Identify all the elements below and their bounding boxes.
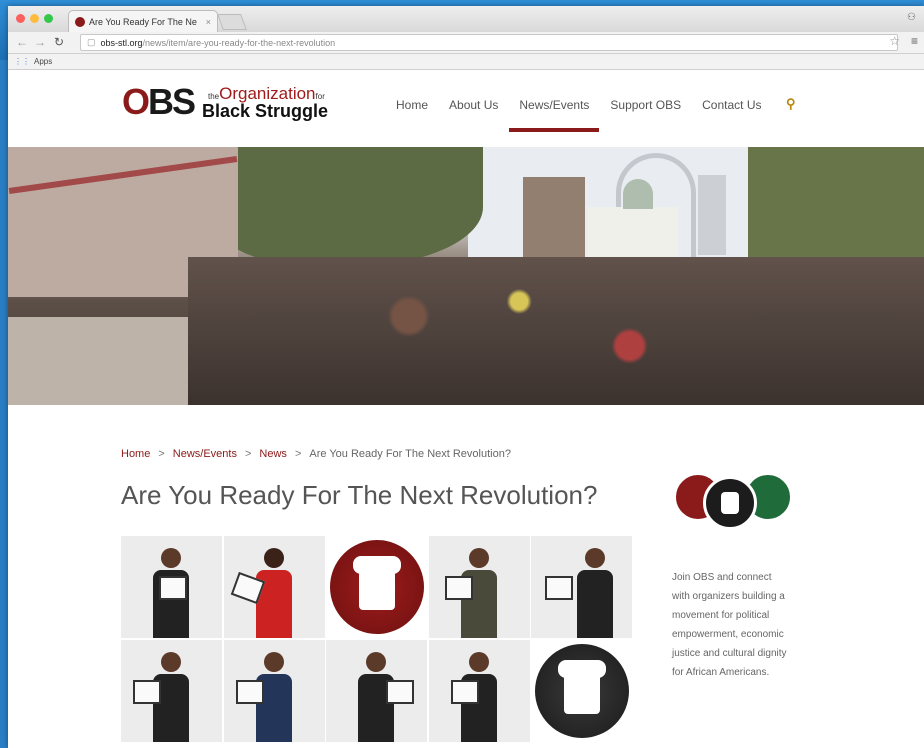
breadcrumb-current: Are You Ready For The Next Revolution? [309,448,511,460]
photo-tile[interactable] [428,536,530,638]
address-bar[interactable]: ▢ obs-stl.org /news/item/are-you-ready-f… [80,34,898,51]
breadcrumb-separator: > [294,448,302,460]
article-title: Are You Ready For The Next Revolution? [121,480,598,510]
browser-tab[interactable]: Are You Ready For The Ne × [68,10,218,32]
main-nav: Home About Us News/Events Support OBS Co… [396,98,761,132]
raised-fist-icon [330,540,424,634]
logo-obs-mark: OBS [122,81,196,122]
photo-tile[interactable] [326,536,427,638]
nav-home[interactable]: Home [396,98,428,112]
apps-grid-icon[interactable]: ⋮⋮ [14,57,30,66]
hero-banner-image [8,147,924,405]
nav-about-us[interactable]: About Us [449,98,498,112]
web-page: OBS theOrganizationfor Black Struggle Ho… [8,70,924,748]
breadcrumb: Home > News/Events > News > Are You Read… [121,448,511,460]
breadcrumb-news[interactable]: News [259,448,287,460]
nav-news-events[interactable]: News/Events [509,98,600,132]
browser-window: Are You Ready For The Ne × ⚇ ← → ↻ ▢ obs… [8,6,924,748]
obs-circles-logo [673,472,793,536]
photo-tile[interactable] [223,640,325,742]
breadcrumb-home[interactable]: Home [121,448,150,460]
photo-tile[interactable] [326,640,427,742]
breadcrumb-separator: > [244,448,252,460]
site-header: OBS theOrganizationfor Black Struggle Ho… [8,70,924,150]
photo-tile[interactable] [531,536,632,638]
bookmark-star-icon[interactable]: ☆ [889,34,900,48]
photo-tile[interactable] [121,640,222,742]
tab-title: Are You Ready For The Ne [89,16,197,27]
raised-fist-icon [535,644,629,738]
photo-tile[interactable] [223,536,325,638]
user-profile-icon[interactable]: ⚇ [907,12,916,23]
minimize-window-button[interactable] [30,14,39,23]
browser-menu-icon[interactable]: ≡ [911,34,918,48]
raised-fist-icon [721,492,739,514]
favicon-icon [75,16,85,27]
url-domain: obs-stl.org [100,37,143,48]
photo-tile[interactable] [531,640,632,742]
back-arrow-icon[interactable]: ← [16,35,28,49]
logo-black-struggle-text: Black Struggle [202,101,329,121]
forward-arrow-icon[interactable]: → [34,35,46,49]
page-icon: ▢ [87,37,96,47]
zoom-window-button[interactable] [44,14,53,23]
url-path: /news/item/are-you-ready-for-the-next-re… [142,37,336,48]
sidebar-join-text: Join OBS and connect with organizers bui… [672,572,787,678]
browser-toolbar: ← → ↻ ▢ obs-stl.org /news/item/are-you-r… [8,32,924,54]
breadcrumb-news-events[interactable]: News/Events [173,448,237,460]
search-icon[interactable]: ⚲ [786,96,796,112]
breadcrumb-separator: > [158,448,165,460]
new-tab-button[interactable] [217,14,247,30]
nav-contact-us[interactable]: Contact Us [702,98,761,112]
photo-tile[interactable] [428,640,530,742]
photo-tile[interactable] [121,536,222,638]
nav-support-obs[interactable]: Support OBS [610,98,681,112]
close-window-button[interactable] [16,14,25,23]
tab-close-icon[interactable]: × [206,17,211,27]
title-bar: Are You Ready For The Ne × ⚇ [8,6,924,32]
reload-icon[interactable]: ↻ [54,35,64,49]
photo-grid [121,536,632,748]
bookmarks-bar: ⋮⋮ Apps [8,54,924,70]
apps-bookmark[interactable]: Apps [34,57,52,66]
obs-logo[interactable]: OBS theOrganizationfor Black Struggle [122,82,342,122]
